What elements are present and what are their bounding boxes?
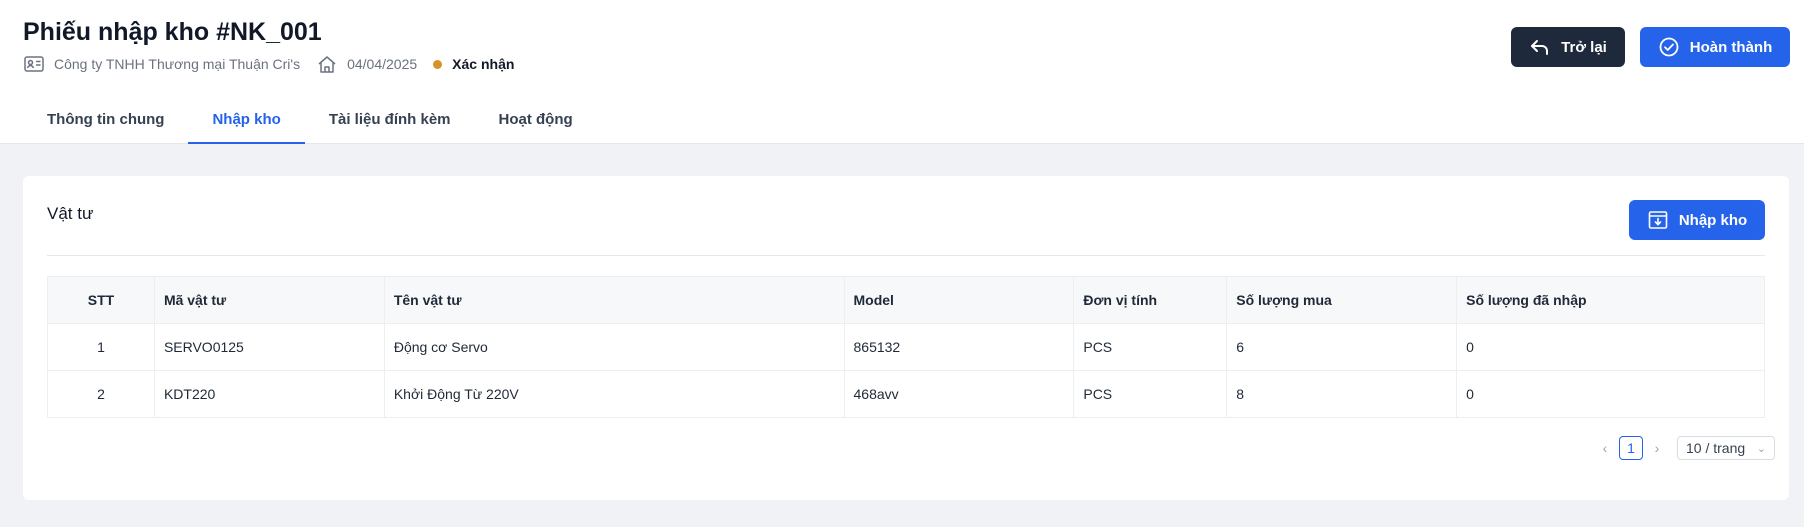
column-header-stt: STT	[47, 276, 155, 324]
cell-unit: PCS	[1073, 323, 1228, 371]
cell-model: 468avv	[843, 370, 1075, 418]
home-icon	[316, 53, 338, 75]
tab-general-info[interactable]: Thông tin chung	[23, 96, 188, 144]
page-size-select[interactable]: 10 / trang ⌄	[1677, 436, 1775, 460]
import-button[interactable]: Nhập kho	[1629, 200, 1765, 240]
column-header-unit: Đơn vị tính	[1073, 276, 1228, 324]
cell-purchase-qty: 8	[1226, 370, 1458, 418]
company-name: Công ty TNHH Thương mại Thuận Cri's	[54, 56, 301, 72]
id-card-icon	[23, 53, 45, 75]
inbox-download-icon	[1647, 209, 1669, 231]
cell-model: 865132	[843, 323, 1075, 371]
column-header-material-name: Tên vật tư	[383, 276, 845, 324]
cell-stt: 1	[47, 323, 155, 371]
tab-bar: Thông tin chung Nhập kho Tài liệu đính k…	[23, 96, 597, 144]
meta-row: Công ty TNHH Thương mại Thuận Cri's 04/0…	[23, 52, 514, 76]
cell-stt: 2	[47, 370, 155, 418]
page-title: Phiếu nhập kho #NK_001	[23, 18, 322, 46]
cell-purchase-qty: 6	[1226, 323, 1458, 371]
table-row: 2 KDT220 Khởi Động Từ 220V 468avv PCS 8 …	[47, 370, 1765, 418]
cell-material-name: Khởi Động Từ 220V	[383, 370, 845, 418]
chevron-right-icon[interactable]: ›	[1647, 440, 1667, 456]
chevron-down-icon: ⌄	[1756, 442, 1766, 455]
card-title: Vật tư	[47, 204, 94, 223]
table-row: 1 SERVO0125 Động cơ Servo 865132 PCS 6 0	[47, 323, 1765, 371]
cell-material-name: Động cơ Servo	[383, 323, 845, 371]
back-button-label: Trở lại	[1561, 38, 1607, 56]
complete-button[interactable]: Hoàn thành	[1640, 27, 1790, 67]
card-divider	[47, 255, 1765, 256]
page-header: Phiếu nhập kho #NK_001 Công ty TNHH Thươ…	[0, 0, 1804, 144]
check-circle-icon	[1658, 36, 1680, 58]
cell-material-code: KDT220	[153, 370, 385, 418]
column-header-material-code: Mã vật tư	[153, 276, 385, 324]
cell-unit: PCS	[1073, 370, 1228, 418]
page-number-button[interactable]: 1	[1619, 436, 1643, 460]
back-button[interactable]: Trở lại	[1511, 27, 1625, 67]
materials-table: STT Mã vật tư Tên vật tư Model Đơn vị tí…	[47, 276, 1765, 418]
cell-imported-qty: 0	[1456, 370, 1765, 418]
column-header-purchase-qty: Số lượng mua	[1226, 276, 1458, 324]
undo-arrow-icon	[1529, 36, 1551, 58]
column-header-model: Model	[843, 276, 1075, 324]
tab-warehouse-import[interactable]: Nhập kho	[188, 96, 306, 144]
tab-attachments[interactable]: Tài liệu đính kèm	[305, 96, 475, 144]
status-dot	[433, 59, 443, 69]
document-date: 04/04/2025	[347, 56, 418, 72]
materials-card: Vật tư Nhập kho STT Mã vật tư Tên vật tư…	[23, 176, 1789, 500]
column-header-imported-qty: Số lượng đã nhập	[1456, 276, 1765, 324]
import-button-label: Nhập kho	[1678, 211, 1748, 229]
table-header-row: STT Mã vật tư Tên vật tư Model Đơn vị tí…	[47, 276, 1765, 324]
cell-material-code: SERVO0125	[153, 323, 385, 371]
pagination: ‹ 1 › 10 / trang ⌄	[1595, 436, 1775, 460]
cell-imported-qty: 0	[1456, 323, 1765, 371]
status-badge: Xác nhận	[452, 56, 515, 72]
tab-activity[interactable]: Hoạt động	[475, 96, 597, 144]
complete-button-label: Hoàn thành	[1689, 38, 1773, 56]
page-size-value: 10 / trang	[1686, 440, 1746, 456]
chevron-left-icon[interactable]: ‹	[1595, 440, 1615, 456]
